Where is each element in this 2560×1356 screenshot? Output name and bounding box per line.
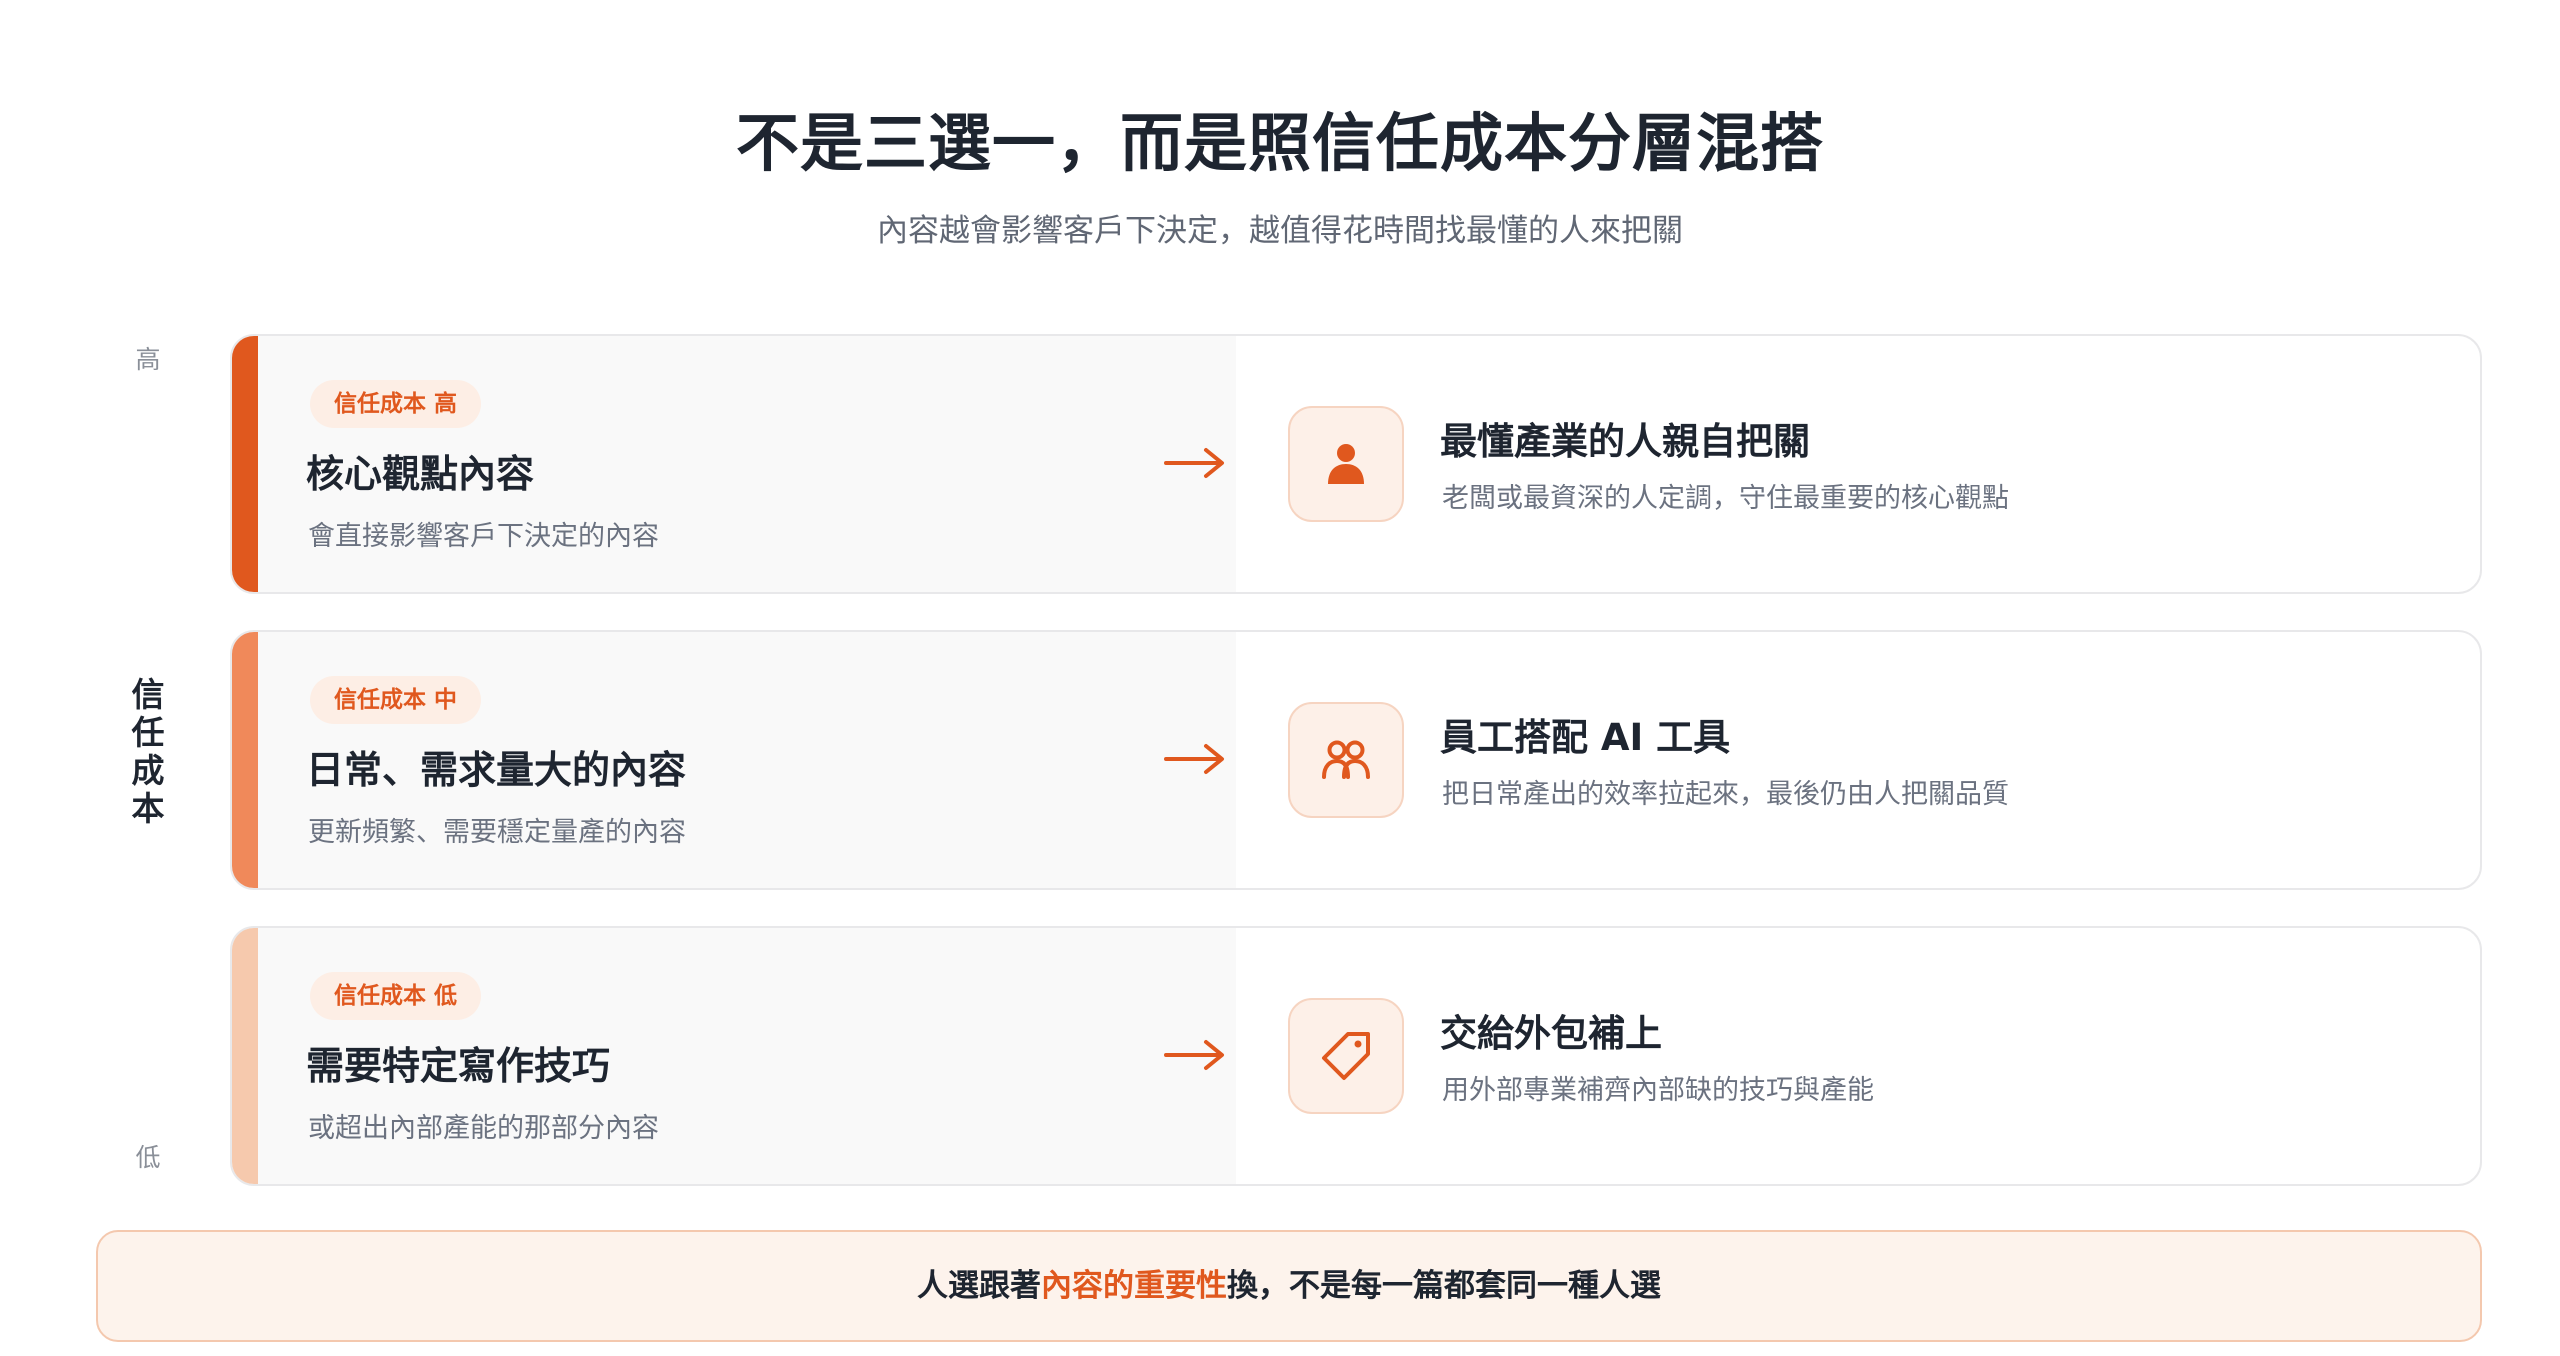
summary-text-before: 人選跟著 [917, 1268, 1041, 1304]
arrow-right-icon [1164, 448, 1224, 478]
tier-row-high: 信任成本 高 核心觀點內容 會直接影響客戶下決定的內容 最懂產業的人親自把關 老… [230, 334, 2482, 594]
role-desc: 把日常產出的效率拉起來，最後仍由人把關品質 [1442, 779, 2009, 810]
tier-bar-low [232, 928, 258, 1184]
trust-badge: 信任成本 低 [310, 972, 482, 1020]
tier-row-low: 信任成本 低 需要特定寫作技巧 或超出內部產能的那部分內容 交給外包補上 用外部… [230, 926, 2482, 1186]
tier-bar-high [232, 336, 258, 592]
role-title: 最懂產業的人親自把關 [1440, 420, 1810, 463]
content-type-title: 核心觀點內容 [306, 452, 535, 496]
person-icon [1328, 444, 1364, 484]
role-desc: 老闆或最資深的人定調，守住最重要的核心觀點 [1442, 483, 2009, 514]
summary-highlight: 內容的重要性 [1041, 1268, 1227, 1304]
tag-icon [1322, 1032, 1370, 1080]
arrow-right-icon [1164, 1040, 1224, 1070]
axis-high-label: 高 [135, 345, 161, 374]
role-title: 交給外包補上 [1440, 1012, 1662, 1055]
content-type-desc: 或超出內部產能的那部分內容 [308, 1113, 659, 1144]
role-icon-box [1288, 998, 1404, 1114]
arrow-right-icon [1164, 744, 1224, 774]
tier-row-medium: 信任成本 中 日常、需求量大的內容 更新頻繁、需要穩定量產的內容 員工搭配 AI… [230, 630, 2482, 890]
role-desc: 用外部專業補齊內部缺的技巧與產能 [1442, 1075, 1874, 1106]
summary-text-after: 換，不是每一篇都套同一種人選 [1227, 1268, 1661, 1304]
axis-low-label: 低 [135, 1143, 161, 1172]
people-icon [1322, 740, 1370, 779]
trust-badge: 信任成本 中 [310, 676, 482, 724]
tier-bar-medium [232, 632, 258, 888]
content-type-title: 需要特定寫作技巧 [306, 1044, 611, 1088]
trust-badge: 信任成本 高 [310, 380, 482, 428]
axis-label: 信任成本 [131, 675, 165, 828]
content-type-title: 日常、需求量大的內容 [306, 748, 687, 792]
page-title: 不是三選一，而是照信任成本分層混搭 [736, 107, 1824, 180]
role-title: 員工搭配 AI 工具 [1440, 716, 1731, 759]
role-icon-box [1288, 702, 1404, 818]
role-icon-box [1288, 406, 1404, 522]
page-subtitle: 內容越會影響客戶下決定，越值得花時間找最懂的人來把關 [877, 213, 1683, 249]
content-type-desc: 會直接影響客戶下決定的內容 [308, 521, 659, 552]
content-type-desc: 更新頻繁、需要穩定量產的內容 [308, 817, 686, 848]
summary-banner: 人選跟著內容的重要性換，不是每一篇都套同一種人選 [96, 1230, 2482, 1342]
